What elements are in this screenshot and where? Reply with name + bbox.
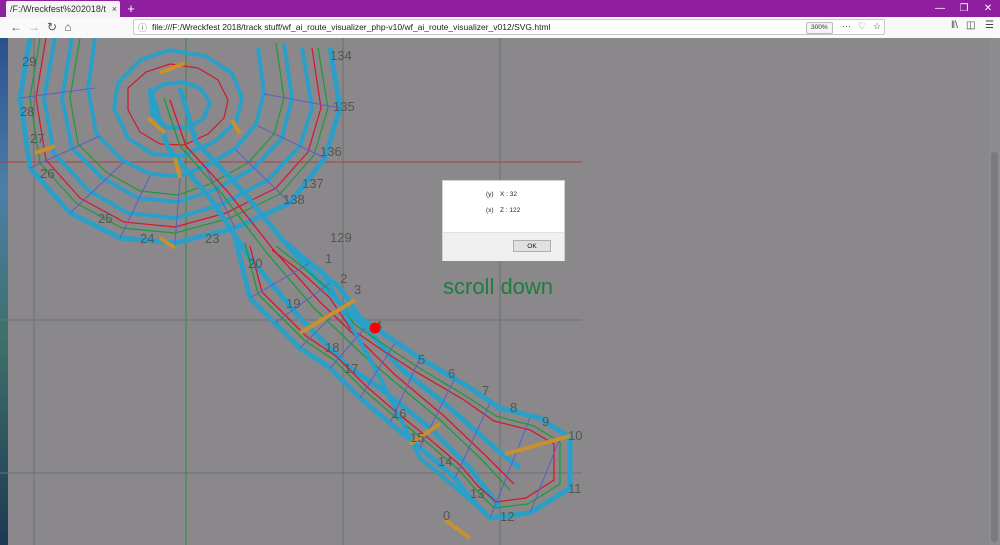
node-label: 28	[20, 104, 34, 119]
node-label: 138	[283, 192, 305, 207]
sidebar-icon[interactable]: ◫	[966, 20, 975, 31]
scroll-down-hint: scroll down	[443, 274, 554, 299]
dialog-x-axis: (x)	[486, 207, 494, 214]
address-bar[interactable]: ⓘ file:///F:/Wreckfest 2018/track stuff/…	[133, 19, 885, 35]
back-icon[interactable]: ←	[8, 19, 24, 35]
node-label: 18	[325, 340, 339, 355]
node-label: 14	[438, 454, 452, 469]
spiral-red-2	[127, 63, 229, 146]
current-position-marker	[369, 322, 381, 334]
node-label: 1	[325, 251, 332, 266]
dialog-x-value: X : 32	[500, 191, 517, 198]
node-label: 25	[98, 211, 112, 226]
page-actions-icon[interactable]: ···	[842, 21, 851, 31]
info-icon[interactable]: ⓘ	[138, 21, 147, 34]
node-label: 26	[40, 166, 54, 181]
node-label: 17	[344, 361, 358, 376]
node-label: 137	[302, 176, 324, 191]
node-label: 135	[333, 99, 355, 114]
node-label: 12	[500, 509, 514, 524]
node-label: 136	[320, 144, 342, 159]
browser-tab[interactable]: /F:/Wreckfest%202018/track%20st ×	[6, 1, 120, 17]
url-text[interactable]: file:///F:/Wreckfest 2018/track stuff/wf…	[152, 21, 550, 34]
node-label: 23	[205, 231, 219, 246]
pocket-icon[interactable]: ♡	[858, 21, 866, 32]
navigation-bar: ← → ↻ ⌂ ⓘ file:///F:/Wreckfest 2018/trac…	[0, 17, 1000, 39]
alert-dialog: (y) X : 32 (x) Z : 122 OK	[442, 180, 565, 261]
tab-bar: /F:/Wreckfest%202018/track%20st × + — ❐ …	[0, 0, 1000, 17]
menu-icon[interactable]: ☰	[985, 20, 994, 31]
node-label: 6	[448, 366, 455, 381]
ok-button[interactable]: OK	[513, 240, 551, 252]
node-label: 134	[330, 48, 352, 63]
scrollbar-thumb[interactable]	[991, 152, 998, 542]
dialog-body: (y) X : 32 (x) Z : 122	[443, 181, 564, 232]
bookmark-star-icon[interactable]: ☆	[873, 21, 881, 32]
node-label: 15	[410, 430, 424, 445]
node-label: 7	[482, 383, 489, 398]
node-label: 19	[286, 296, 300, 311]
dialog-y-axis: (y)	[486, 191, 494, 198]
node-label: 3	[354, 282, 361, 297]
zoom-indicator[interactable]: 300%	[806, 22, 833, 34]
node-label: 9	[542, 414, 549, 429]
node-label: 10	[568, 428, 582, 443]
close-tab-icon[interactable]: ×	[112, 1, 117, 17]
node-label: 0	[443, 508, 450, 523]
dialog-footer: OK	[443, 232, 564, 261]
home-icon[interactable]: ⌂	[60, 19, 76, 35]
node-label: 29	[22, 54, 36, 69]
forward-icon[interactable]: →	[26, 19, 42, 35]
node-label: 13	[470, 486, 484, 501]
node-label: 11	[568, 481, 582, 496]
node-label: 27	[30, 131, 44, 146]
node-label: 16	[392, 406, 406, 421]
spiral-section	[17, 38, 343, 246]
node-label: 8	[510, 400, 517, 415]
new-tab-button[interactable]: +	[124, 0, 138, 17]
close-window-icon[interactable]: ✕	[976, 0, 1000, 17]
node-label: 20	[248, 256, 262, 271]
node-label: 129	[330, 230, 352, 245]
node-label: 5	[418, 352, 425, 367]
node-label: 2	[340, 271, 347, 286]
tab-title: /F:/Wreckfest%202018/track%20st	[10, 4, 106, 14]
reload-icon[interactable]: ↻	[44, 19, 60, 35]
minimize-icon[interactable]: —	[928, 0, 952, 17]
restore-icon[interactable]: ❐	[952, 0, 976, 17]
dialog-z-value: Z : 122	[500, 207, 521, 214]
node-label: 24	[140, 231, 154, 246]
library-icon[interactable]: ‖\	[951, 20, 958, 31]
